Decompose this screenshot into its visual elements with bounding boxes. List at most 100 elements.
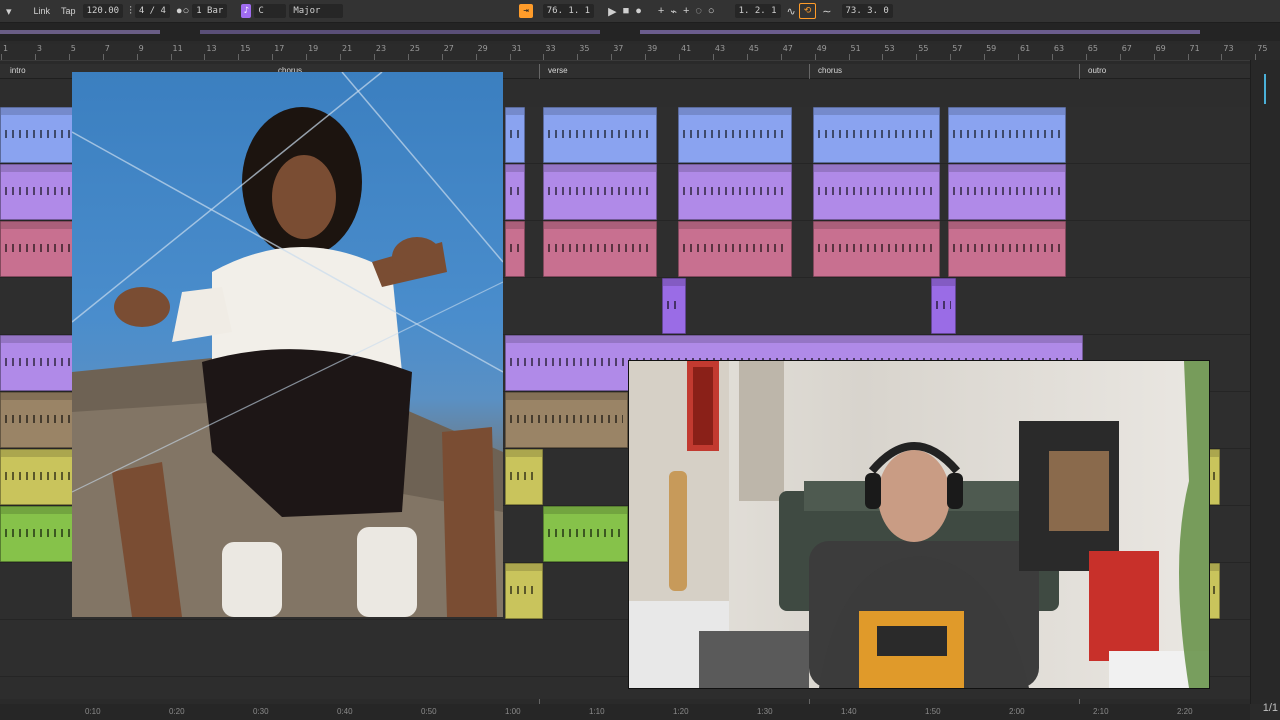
beat-time-ruler[interactable]: 1 3 5 7 9 11 13 15 17 19 21 23 25 27 29 31 33 35 37 39 41 43 4… [0, 44, 1267, 61]
clip-header[interactable] [544, 507, 627, 514]
portrait-photo [72, 72, 503, 617]
menu-icon[interactable]: ▾ [6, 5, 12, 18]
midi-clip[interactable] [662, 278, 686, 334]
clip-header[interactable] [506, 336, 1082, 343]
locator-chorus-2[interactable]: chorus [818, 66, 842, 75]
midi-clip[interactable] [543, 164, 657, 220]
clip-header[interactable] [949, 165, 1065, 172]
clip-header[interactable] [544, 222, 656, 229]
add-icon[interactable]: + [683, 5, 689, 17]
clip-header[interactable] [814, 222, 939, 229]
bar-tick-label: 11 [172, 44, 183, 53]
play-icon[interactable]: ▶ [608, 5, 616, 18]
meter-field[interactable]: 4 / 4 [134, 4, 170, 18]
midi-clip[interactable] [0, 506, 75, 562]
midi-clip[interactable] [0, 221, 75, 277]
bar-tick-label: 13 [206, 44, 217, 53]
metronome-icon[interactable]: ⫶ [129, 5, 132, 18]
clip-header[interactable] [1, 222, 74, 229]
bar-tick-label: 1 [3, 44, 9, 53]
locator-verse[interactable]: verse [548, 66, 568, 75]
clip-header[interactable] [949, 108, 1065, 115]
loop-record-icon[interactable]: ○ [708, 5, 715, 17]
midi-clip[interactable] [505, 164, 525, 220]
loop-start-field[interactable]: 1. 2. 1 [734, 4, 781, 18]
clip-header[interactable] [679, 222, 791, 229]
clip-header[interactable] [506, 222, 524, 229]
clip-header[interactable] [949, 222, 1065, 229]
session-record-icon[interactable]: ◌ [695, 5, 702, 17]
clip-header[interactable] [506, 393, 627, 400]
clip-header[interactable] [1209, 564, 1219, 571]
midi-clip[interactable] [948, 164, 1066, 220]
clip-notes [5, 472, 70, 480]
midi-clip[interactable] [813, 107, 940, 163]
tempo-field[interactable]: 120.00 [82, 4, 124, 18]
tap-button[interactable]: Tap [57, 4, 80, 18]
loop-switch-icon[interactable]: ⟲ [798, 3, 817, 19]
midi-clip[interactable] [931, 278, 956, 334]
automation-arm-icon[interactable]: ⌁ [670, 5, 677, 18]
midi-clip[interactable] [813, 221, 940, 277]
record-icon[interactable]: ● [635, 5, 642, 17]
clip-header[interactable] [679, 108, 791, 115]
key-icon[interactable]: ♪ [241, 4, 252, 18]
midi-clip[interactable] [948, 221, 1066, 277]
midi-clip[interactable] [0, 335, 75, 391]
midi-clip[interactable] [678, 164, 792, 220]
right-scroll-strip[interactable] [1250, 60, 1280, 704]
bar-tick-label: 19 [308, 44, 319, 53]
clip-header[interactable] [679, 165, 791, 172]
bar-tick [1085, 54, 1087, 60]
clip-header[interactable] [663, 279, 685, 286]
clip-header[interactable] [814, 165, 939, 172]
midi-clip[interactable] [543, 107, 657, 163]
clip-header[interactable] [1, 108, 74, 115]
locator-intro[interactable]: intro [10, 66, 26, 75]
key-root-select[interactable]: C [254, 4, 287, 18]
clip-header[interactable] [1, 393, 74, 400]
midi-clip[interactable] [948, 107, 1066, 163]
punch-in-icon[interactable]: ∿ [787, 5, 796, 18]
midi-clip[interactable] [0, 107, 75, 163]
midi-clip[interactable] [678, 107, 792, 163]
time-ruler[interactable]: 0:10 0:20 0:30 0:40 0:50 1:00 1:10 1:20 1:30 1:40… [0, 704, 1250, 720]
overdub-icon[interactable]: + [658, 5, 664, 17]
midi-clip[interactable] [543, 221, 657, 277]
link-button[interactable]: Link [30, 4, 55, 18]
clip-header[interactable] [544, 165, 656, 172]
clip-header[interactable] [1, 450, 74, 457]
clip-header[interactable] [506, 450, 542, 457]
follow-icon[interactable]: ●○ [176, 5, 189, 17]
locator-outro[interactable]: outro [1088, 66, 1106, 75]
clip-header[interactable] [1, 165, 74, 172]
quantize-select[interactable]: 1 Bar [192, 4, 228, 18]
midi-clip[interactable] [543, 506, 628, 562]
punch-out-icon[interactable]: ∼ [822, 5, 831, 18]
clip-header[interactable] [506, 564, 542, 571]
midi-clip[interactable] [505, 563, 543, 619]
midi-clip[interactable] [0, 164, 75, 220]
clip-header[interactable] [1, 507, 74, 514]
midi-clip[interactable] [505, 449, 543, 505]
clip-header[interactable] [544, 108, 656, 115]
midi-clip[interactable] [505, 392, 628, 448]
arrangement-overview[interactable] [0, 23, 1280, 41]
clip-header[interactable] [814, 108, 939, 115]
midi-clip[interactable] [678, 221, 792, 277]
loop-length-field[interactable]: 73. 3. 0 [841, 4, 893, 18]
clip-header[interactable] [506, 165, 524, 172]
follow-arrangement-icon[interactable]: ⇥ [519, 4, 533, 18]
midi-clip[interactable] [505, 221, 525, 277]
stop-icon[interactable]: ■ [623, 5, 630, 17]
midi-clip[interactable] [0, 449, 75, 505]
clip-header[interactable] [1, 336, 74, 343]
clip-header[interactable] [1209, 450, 1219, 457]
midi-clip[interactable] [813, 164, 940, 220]
clip-header[interactable] [506, 108, 524, 115]
scale-select[interactable]: Major [289, 4, 344, 18]
arrangement-position[interactable]: 76. 1. 1 [542, 4, 595, 18]
clip-header[interactable] [932, 279, 955, 286]
midi-clip[interactable] [505, 107, 525, 163]
midi-clip[interactable] [0, 392, 75, 448]
